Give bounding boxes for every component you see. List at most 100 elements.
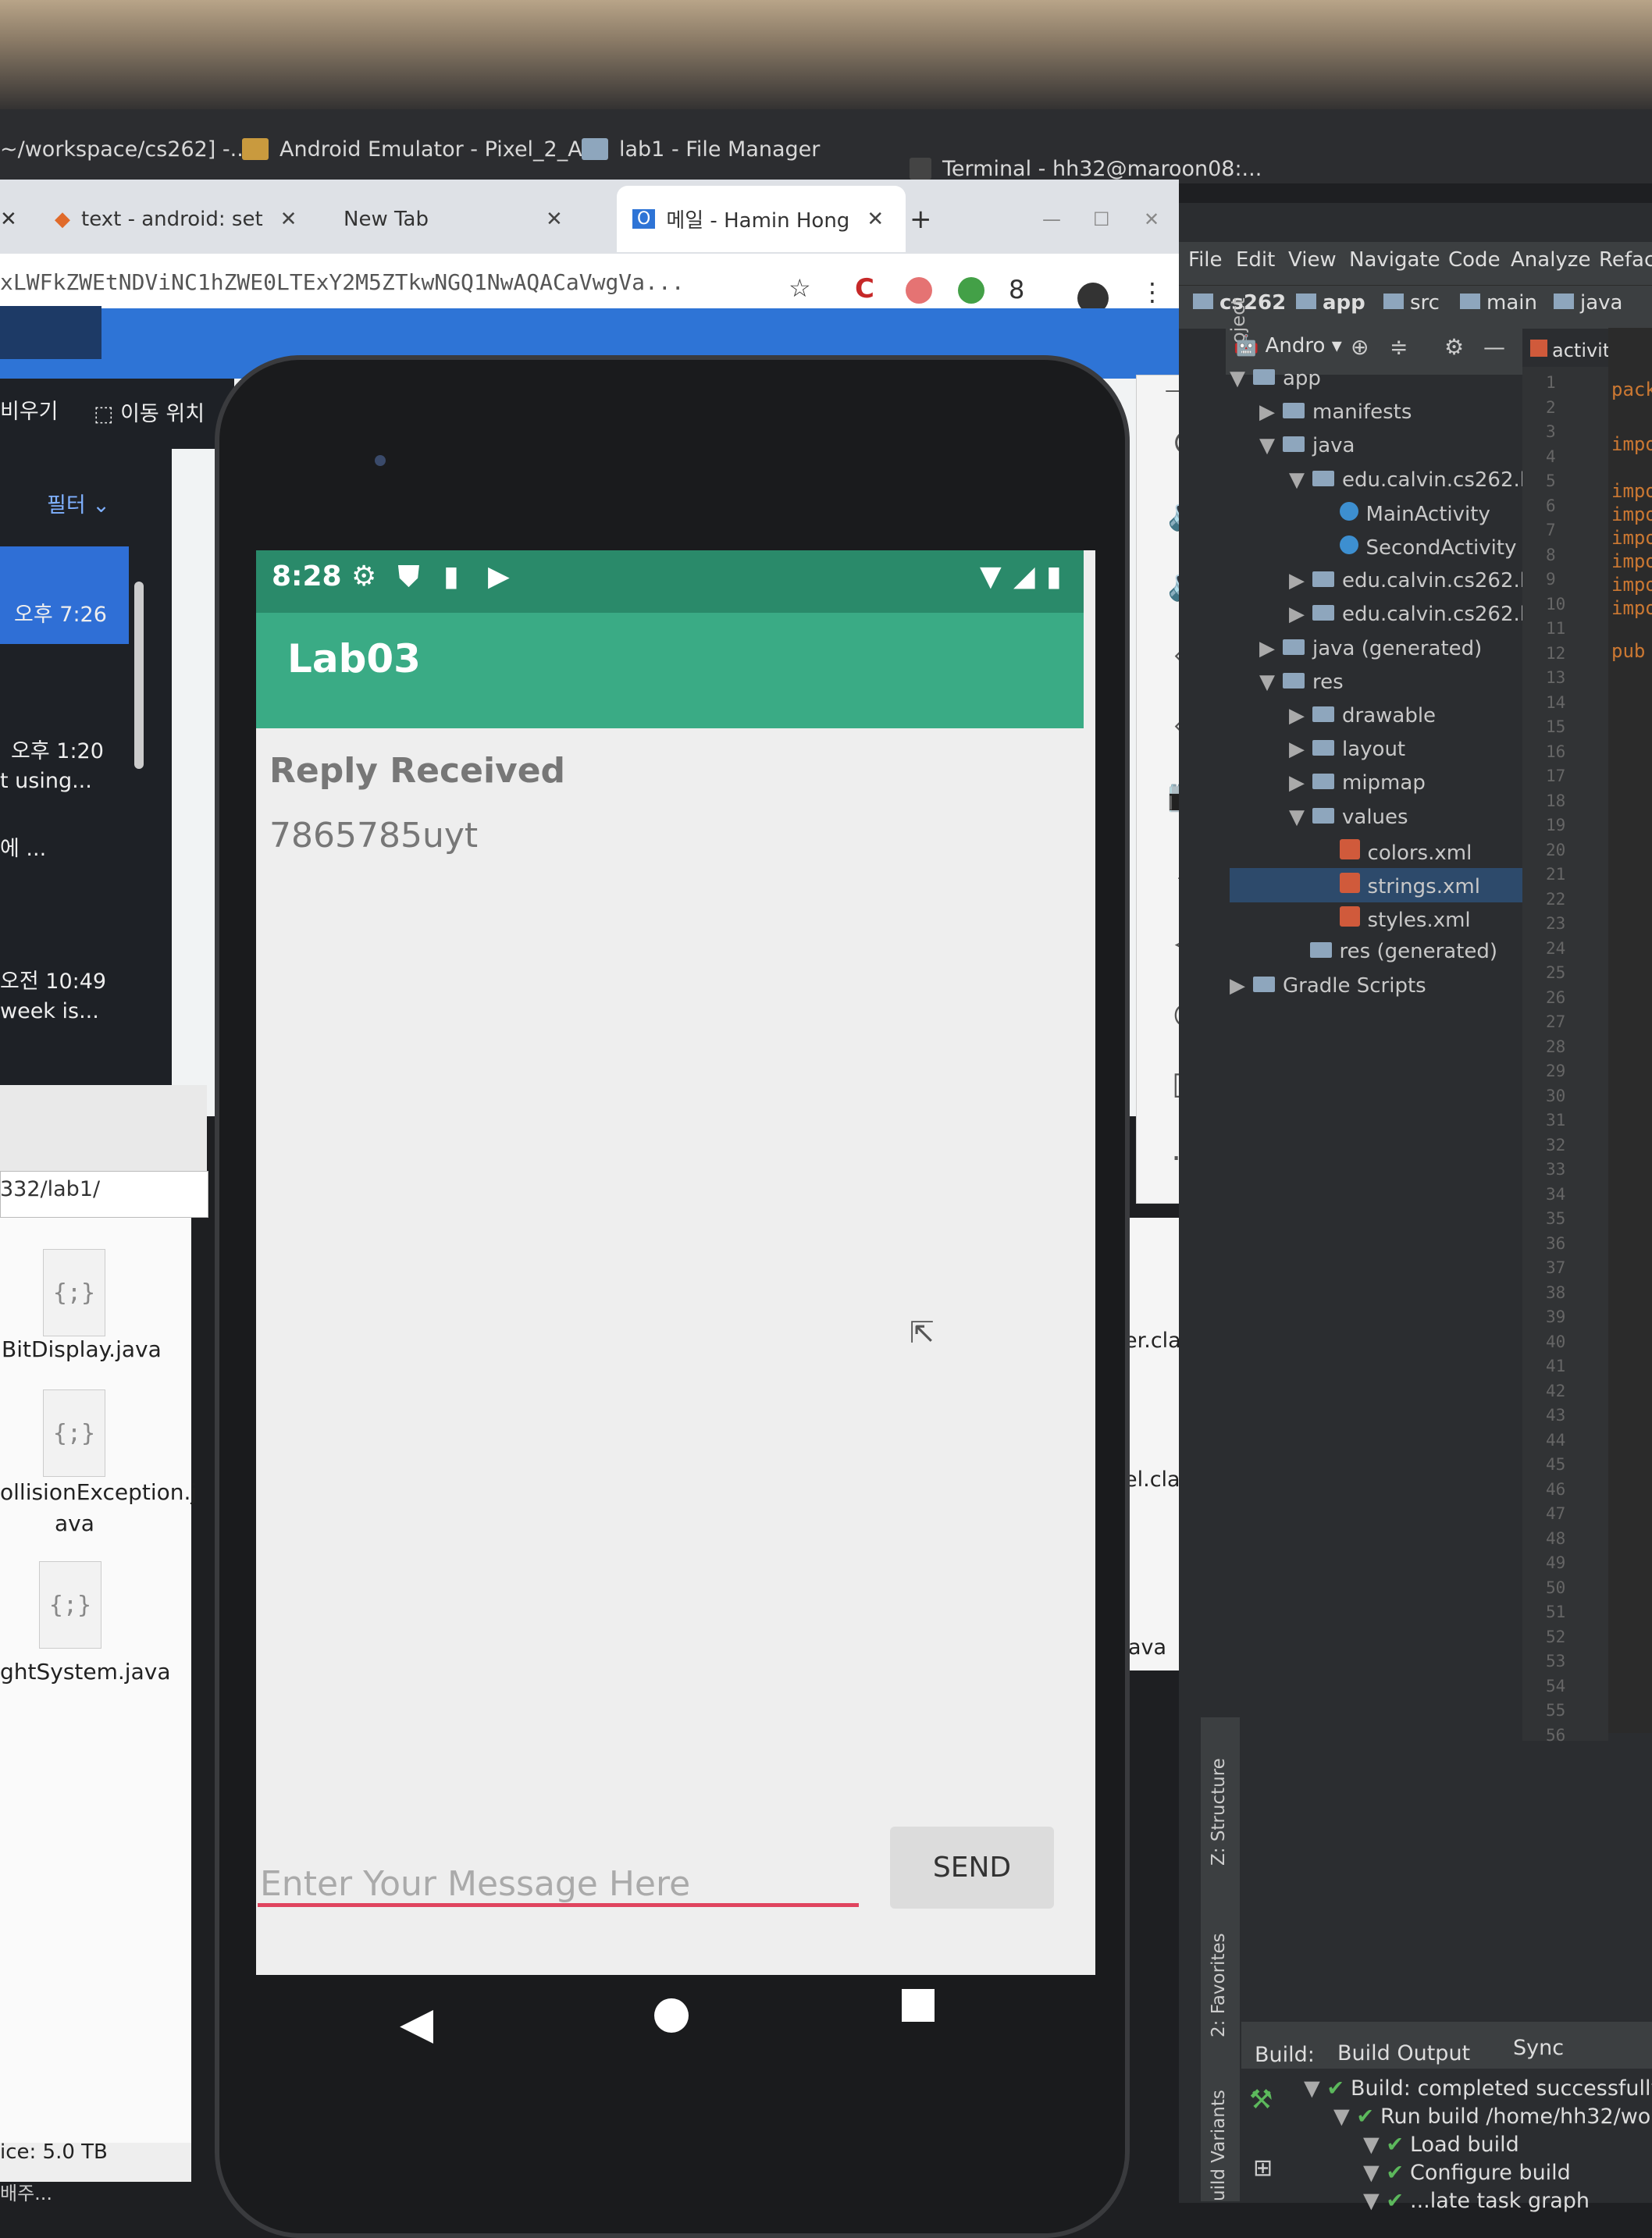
chevron-right-icon[interactable]: ▶ <box>1230 974 1245 998</box>
tree-item[interactable]: colors.xml <box>1319 838 1472 865</box>
file-name[interactable]: ollisionException.j <box>0 1479 197 1505</box>
sync-tab[interactable]: Sync <box>1513 2036 1564 2060</box>
tree-item[interactable]: strings.xml <box>1319 873 1480 898</box>
menu-view[interactable]: View <box>1288 248 1337 272</box>
project-view-selector[interactable]: 🤖 Andro ▾ <box>1234 334 1342 358</box>
breadcrumb-item[interactable]: java <box>1554 291 1622 315</box>
tree-item[interactable]: ▶ mipmap <box>1289 771 1426 795</box>
close-icon[interactable]: ✕ <box>546 208 563 231</box>
empty-folder-button[interactable]: 비우기 <box>0 394 59 425</box>
grammarly-icon[interactable] <box>958 277 984 304</box>
taskbar-item-file-manager[interactable]: lab1 - File Manager <box>582 129 820 169</box>
move-to-button[interactable]: ⬚ 이동 위치 <box>94 397 205 427</box>
hide-icon[interactable]: — <box>1483 334 1505 360</box>
chevron-right-icon[interactable] <box>1319 909 1332 932</box>
recents-button[interactable] <box>902 1989 935 2022</box>
chevron-down-icon[interactable]: ▼ <box>1363 2189 1386 2213</box>
menu-navigate[interactable]: Navigate <box>1349 248 1440 272</box>
home-button[interactable] <box>654 1998 689 2033</box>
file-name[interactable]: BitDisplay.java <box>2 1336 162 1362</box>
menu-code[interactable]: Code <box>1448 248 1501 272</box>
build-line[interactable]: ▼ ✔ Configure build <box>1363 2161 1571 2185</box>
chevron-down-icon[interactable]: ▼ <box>1230 367 1245 390</box>
code-line[interactable]: impo <box>1611 597 1652 619</box>
code-line[interactable]: impo <box>1611 480 1652 502</box>
tree-item[interactable]: ▶ layout <box>1289 738 1405 761</box>
back-button[interactable]: ◀ <box>400 1998 433 2049</box>
menu-edit[interactable]: Edit <box>1236 248 1275 272</box>
menu-analyze[interactable]: Analyze <box>1511 248 1590 272</box>
chevron-down-icon[interactable]: ▼ <box>1289 806 1305 829</box>
file-name[interactable]: ava <box>1128 1635 1166 1660</box>
breadcrumb-item[interactable]: app <box>1296 291 1365 315</box>
chevron-down-icon[interactable]: ▼ <box>1363 2133 1386 2157</box>
extension-8-icon[interactable]: 8 <box>1009 275 1024 304</box>
favorites-tab[interactable]: 2: Favorites <box>1209 1933 1229 2037</box>
filter-button[interactable]: 필터 ⌄ <box>47 488 110 518</box>
minimize-icon[interactable]: — <box>1042 186 1061 252</box>
file-name[interactable]: ava <box>55 1510 94 1536</box>
tree-item[interactable]: SecondActivity <box>1319 535 1516 560</box>
tree-item[interactable]: ▶ manifests <box>1259 400 1412 424</box>
star-icon[interactable]: ☆ <box>789 273 811 303</box>
chevron-right-icon[interactable] <box>1319 875 1332 898</box>
gear-icon[interactable]: ⚙ <box>1444 334 1464 360</box>
chevron-down-icon[interactable]: ▼ <box>1259 434 1275 457</box>
filter-icon[interactable]: ⊞ <box>1253 2154 1273 2182</box>
chevron-right-icon[interactable]: ▶ <box>1289 771 1305 795</box>
message-input[interactable]: Enter Your Message Here <box>260 1864 690 1904</box>
chevron-right-icon[interactable] <box>1319 536 1332 560</box>
chevron-down-icon[interactable]: ▼ <box>1304 2076 1326 2101</box>
send-button[interactable]: SEND <box>890 1827 1054 1909</box>
code-line[interactable]: impo <box>1611 527 1652 549</box>
java-file-icon[interactable]: {;} <box>43 1389 105 1477</box>
url-text[interactable]: xLWFkZWEtNDViNC1hZWE0LTExY2M5ZTkwNGQ1NwA… <box>0 269 685 295</box>
mail-snippet[interactable]: week is... <box>0 999 99 1023</box>
chevron-down-icon[interactable]: ▼ <box>1333 2105 1356 2129</box>
taskbar-item-emulator[interactable]: Android Emulator - Pixel_2_A... <box>242 129 602 169</box>
tree-item[interactable]: ▼ java <box>1259 434 1355 457</box>
tree-item[interactable]: ▼ values <box>1289 806 1408 829</box>
structure-tab[interactable]: Z: Structure <box>1209 1758 1229 1866</box>
chevron-right-icon[interactable]: ▶ <box>1259 400 1275 424</box>
close-icon[interactable]: ✕ <box>0 186 23 252</box>
extension-c-icon[interactable]: C <box>855 273 874 304</box>
chevron-down-icon[interactable]: ▼ <box>1363 2161 1386 2185</box>
extension-block-icon[interactable] <box>906 277 932 304</box>
mail-scrollbar[interactable] <box>134 582 144 769</box>
breadcrumb-item[interactable]: src <box>1383 291 1440 315</box>
collapse-icon[interactable]: ≑ <box>1390 334 1408 360</box>
code-line[interactable]: impo <box>1611 433 1652 455</box>
chevron-right-icon[interactable] <box>1319 841 1332 865</box>
code-line[interactable]: impo <box>1611 550 1652 572</box>
tab-text-android[interactable]: ◆ text - android: set ✕ <box>55 186 324 252</box>
chevron-right-icon[interactable] <box>1289 940 1302 963</box>
java-file-icon[interactable]: {;} <box>43 1249 105 1336</box>
maximize-icon[interactable]: ☐ <box>1093 186 1110 252</box>
tree-item[interactable]: ▶ drawable <box>1289 704 1436 728</box>
build-variants-tab[interactable]: uild Variants <box>1209 2090 1229 2201</box>
menu-refactor[interactable]: Refact <box>1599 248 1652 272</box>
chevron-right-icon[interactable] <box>1319 503 1332 526</box>
chevron-right-icon[interactable]: ▶ <box>1289 603 1305 626</box>
new-tab-button[interactable]: + <box>910 186 932 252</box>
build-line[interactable]: ▼ ✔ ...late task graph <box>1363 2189 1590 2213</box>
tab-new-tab[interactable]: New Tab ✕ <box>344 186 597 252</box>
close-window-icon[interactable]: ✕ <box>1144 186 1159 252</box>
code-line[interactable]: pub <box>1611 640 1645 662</box>
mail-snippet[interactable]: 에 ... <box>0 831 46 862</box>
chevron-right-icon[interactable]: ▶ <box>1289 738 1305 761</box>
close-icon[interactable]: ✕ <box>280 208 297 231</box>
tree-item[interactable]: res (generated) <box>1289 940 1497 963</box>
locate-icon[interactable]: ⊕ <box>1351 334 1369 360</box>
java-file-icon[interactable]: {;} <box>39 1561 101 1649</box>
menu-file[interactable]: File <box>1188 248 1223 272</box>
more-vert-icon[interactable]: ⋮ <box>1140 277 1165 307</box>
code-line[interactable]: impo <box>1611 503 1652 525</box>
code-line[interactable]: impo <box>1611 574 1652 596</box>
chevron-right-icon[interactable]: ▶ <box>1259 637 1275 660</box>
chevron-down-icon[interactable]: ▼ <box>1259 671 1275 694</box>
tree-item[interactable]: ▼ res <box>1259 671 1344 694</box>
chevron-down-icon[interactable]: ▼ <box>1289 468 1305 492</box>
taskbar-item-terminal-workspace[interactable]: ~/workspace/cs262] -... <box>0 129 250 169</box>
